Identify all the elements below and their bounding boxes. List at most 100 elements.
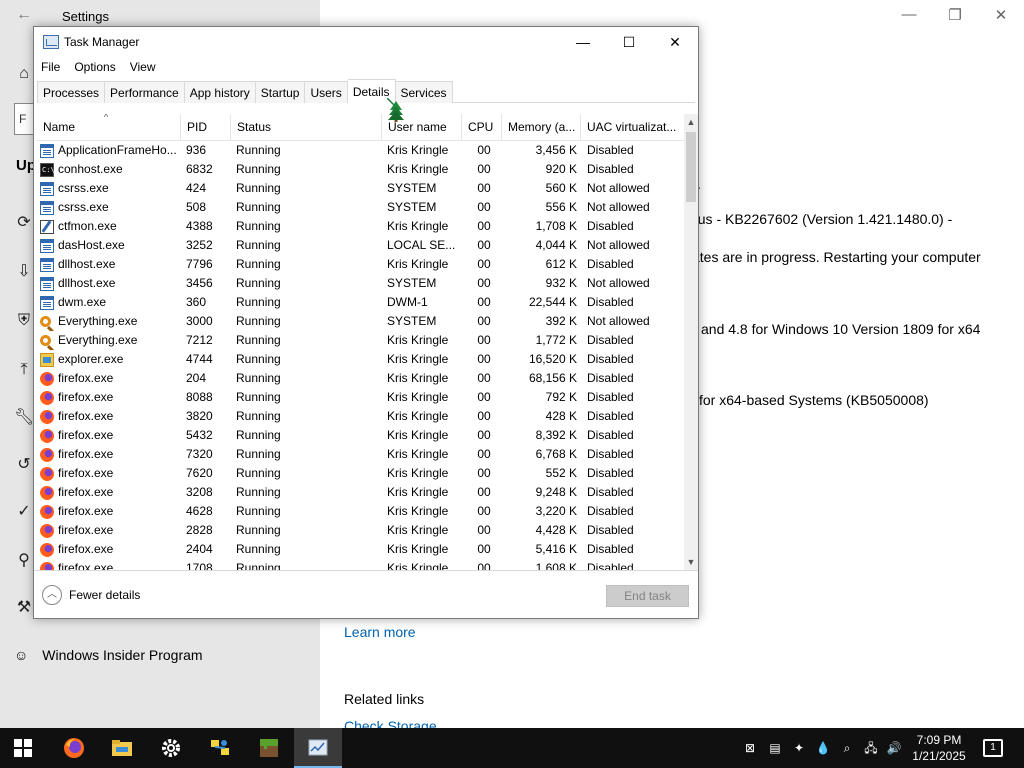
process-name: ApplicationFrameHo... xyxy=(58,143,177,157)
table-row[interactable]: firefox.exe 8088 Running Kris Kringle 00 792 … xyxy=(36,388,684,407)
home-icon[interactable]: ⌂ xyxy=(14,64,34,84)
end-task-button[interactable]: End task xyxy=(606,585,689,607)
settings-minimize-button[interactable]: — xyxy=(894,6,924,23)
column-header-cpu[interactable]: CPU xyxy=(461,114,502,141)
learn-more-link[interactable]: Learn more xyxy=(344,624,416,640)
taskbar-task-manager[interactable] xyxy=(294,728,342,768)
minecraft-block-icon xyxy=(260,739,278,757)
tools-icon[interactable]: ⚒ xyxy=(14,598,34,618)
drop-icon[interactable]: 💧 xyxy=(815,740,831,756)
table-row[interactable]: firefox.exe 3820 Running Kris Kringle 00 428 … xyxy=(36,407,684,426)
tab-users[interactable]: Users xyxy=(305,81,348,103)
column-header-pid[interactable]: PID xyxy=(180,114,231,141)
windows-start-icon[interactable] xyxy=(14,739,32,757)
table-row[interactable]: dllhost.exe 7796 Running Kris Kringle 00 612 … xyxy=(36,255,684,274)
history-icon[interactable]: ↺ xyxy=(14,455,34,475)
tab-processes[interactable]: Processes xyxy=(37,81,106,103)
table-row[interactable]: ApplicationFrameHo... 936 Running Kris Krin… xyxy=(36,141,684,160)
table-row[interactable]: firefox.exe 2404 Running Kris Kringle 00 5,41… xyxy=(36,540,684,559)
uac-cell: Disabled xyxy=(587,257,634,271)
process-name: dllhost.exe xyxy=(58,257,116,271)
table-row[interactable]: firefox.exe 2828 Running Kris Kringle 00 4,42… xyxy=(36,521,684,540)
taskbar-file-explorer[interactable] xyxy=(98,728,146,768)
table-row[interactable]: ctfmon.exe 4388 Running Kris Kringle 00 1,708… xyxy=(36,217,684,236)
scroll-up-icon[interactable]: ▲ xyxy=(684,114,698,130)
taskbar-minecraft[interactable] xyxy=(245,728,293,768)
vertical-scrollbar[interactable]: ▲ ▼ xyxy=(684,114,698,570)
network-icon[interactable]: 🖧 xyxy=(863,740,879,756)
folder-icon xyxy=(112,740,132,756)
table-row[interactable]: dllhost.exe 3456 Running SYSTEM 00 932 K Not a… xyxy=(36,274,684,293)
settings-close-button[interactable]: ✕ xyxy=(986,6,1016,24)
table-row[interactable]: firefox.exe 1708 Running Kris Kringle 00 1,60… xyxy=(36,559,684,570)
cpu-cell: 00 xyxy=(477,485,491,499)
table-row[interactable]: firefox.exe 5432 Running Kris Kringle 00 8,39… xyxy=(36,426,684,445)
table-row[interactable]: firefox.exe 7620 Running Kris Kringle 00 552 … xyxy=(36,464,684,483)
tab-app-history[interactable]: App history xyxy=(184,81,256,103)
tab-performance[interactable]: Performance xyxy=(105,81,185,103)
status-cell: Running xyxy=(236,200,281,214)
backup-icon[interactable]: ⤒ xyxy=(14,360,34,380)
people-icon[interactable]: ✦ xyxy=(791,740,807,756)
table-row[interactable]: firefox.exe 4628 Running Kris Kringle 00 3,22… xyxy=(36,502,684,521)
scroll-down-icon[interactable]: ▼ xyxy=(684,554,698,570)
taskbar-settings[interactable] xyxy=(147,728,195,768)
table-row[interactable]: Everything.exe 3000 Running SYSTEM 00 392 K No… xyxy=(36,312,684,331)
minimize-button[interactable]: — xyxy=(560,27,606,57)
settings-maximize-button[interactable]: ❐ xyxy=(940,6,970,24)
volume-icon[interactable]: 🔊 xyxy=(886,740,902,756)
column-header-memory[interactable]: Memory (a... xyxy=(501,114,581,141)
wrench-icon[interactable]: 🔧︎ xyxy=(14,408,34,428)
scroll-thumb[interactable] xyxy=(686,132,696,202)
menu-options[interactable]: Options xyxy=(67,57,122,79)
table-row[interactable]: dasHost.exe 3252 Running LOCAL SE... 00 4,044… xyxy=(36,236,684,255)
close-button[interactable]: ✕ xyxy=(652,27,698,57)
update-text: and 4.8 for Windows 10 Version 1809 for … xyxy=(701,321,981,337)
taskbar-firefox[interactable] xyxy=(50,728,98,768)
taskbar-network-tool[interactable] xyxy=(196,728,244,768)
table-row[interactable]: firefox.exe 204 Running Kris Kringle 00 68,15… xyxy=(36,369,684,388)
column-header-user-name[interactable]: User name xyxy=(381,114,462,141)
firefox-icon xyxy=(40,390,54,405)
table-row[interactable]: explorer.exe 4744 Running Kris Kringle 00 16,… xyxy=(36,350,684,369)
process-name: Everything.exe xyxy=(58,333,138,347)
menu-file[interactable]: File xyxy=(34,57,67,79)
task-manager-window: Task Manager — ☐ ✕ File Options View Pro… xyxy=(33,26,699,619)
user-name-cell: Kris Kringle xyxy=(387,485,449,499)
fewer-details-button[interactable]: ︿ Fewer details xyxy=(42,585,140,605)
person-icon[interactable]: ⚲ xyxy=(14,551,34,571)
tab-startup[interactable]: Startup xyxy=(255,81,306,103)
process-name-cell: firefox.exe xyxy=(40,502,182,521)
status-cell: Running xyxy=(236,561,281,570)
table-row[interactable]: Everything.exe 7212 Running Kris Kringle 00 1… xyxy=(36,331,684,350)
column-header-status[interactable]: Status xyxy=(230,114,382,141)
network-monitor-icon[interactable]: ▤ xyxy=(767,740,783,756)
uac-cell: Disabled xyxy=(587,143,634,157)
title-bar[interactable]: Task Manager — ☐ ✕ xyxy=(34,27,698,57)
uac-cell: Disabled xyxy=(587,561,634,570)
back-arrow-icon[interactable]: ← xyxy=(16,6,32,24)
menu-view[interactable]: View xyxy=(123,57,163,79)
shield-x-icon[interactable]: ⊠ xyxy=(742,740,758,756)
table-row[interactable]: csrss.exe 508 Running SYSTEM 00 556 K Not allo… xyxy=(36,198,684,217)
table-row[interactable]: csrss.exe 424 Running SYSTEM 00 560 K Not allo… xyxy=(36,179,684,198)
shield-icon[interactable]: ⛨ xyxy=(14,311,34,331)
taskbar-clock[interactable]: 7:09 PM 1/21/2025 xyxy=(906,732,972,764)
table-row[interactable]: firefox.exe 7320 Running Kris Kringle 00 6,76… xyxy=(36,445,684,464)
search-icon xyxy=(40,335,51,346)
column-header-uac[interactable]: UAC virtualizat... xyxy=(580,114,684,141)
search-everything-icon[interactable]: ⌕ xyxy=(839,740,855,756)
check-icon[interactable]: ✓ xyxy=(14,502,34,522)
table-row[interactable]: firefox.exe 3208 Running Kris Kringle 00 9,24… xyxy=(36,483,684,502)
sidebar-item-windows-insider[interactable]: ☺ Windows Insider Program xyxy=(14,647,203,663)
firefox-icon xyxy=(40,542,54,557)
table-row[interactable]: dwm.exe 360 Running DWM-1 00 22,544 K Disabled xyxy=(36,293,684,312)
table-row[interactable]: conhost.exe 6832 Running Kris Kringle 00 920 … xyxy=(36,160,684,179)
maximize-button[interactable]: ☐ xyxy=(606,27,652,57)
sync-icon[interactable]: ⟳ xyxy=(14,213,34,233)
notification-center-icon[interactable]: 1 xyxy=(983,739,1003,757)
column-header-name[interactable]: ^ Name xyxy=(36,114,181,141)
user-name-cell: Kris Kringle xyxy=(387,219,449,233)
delivery-icon[interactable]: ⇩ xyxy=(14,262,34,282)
user-name-cell: SYSTEM xyxy=(387,181,437,195)
